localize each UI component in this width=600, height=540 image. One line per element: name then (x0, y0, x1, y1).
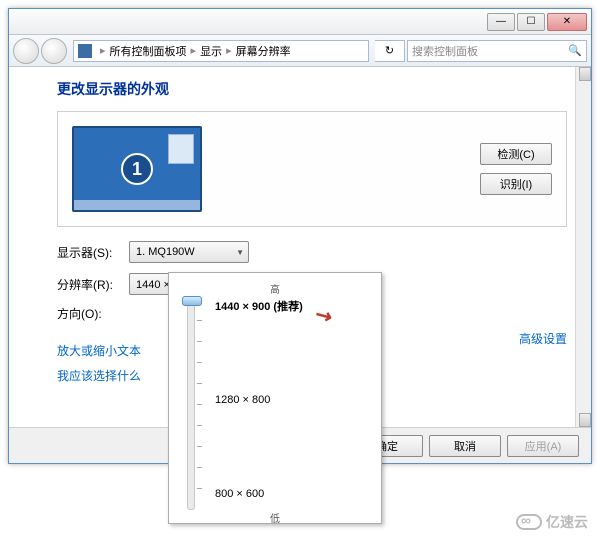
close-button[interactable]: ✕ (547, 13, 587, 31)
watermark: 亿速云 (516, 512, 588, 532)
resolution-labels: 1440 × 900 (推荐) 1280 × 800 800 × 600 (203, 298, 371, 510)
search-icon[interactable]: 🔍 (568, 44, 582, 57)
track-line (187, 298, 195, 510)
control-panel-icon (78, 44, 92, 58)
breadcrumb-sep: ▸ (100, 44, 106, 57)
forward-button[interactable] (41, 38, 67, 64)
slider-track[interactable] (179, 298, 203, 510)
apply-button[interactable]: 应用(A) (507, 435, 579, 457)
slider-area: 1440 × 900 (推荐) 1280 × 800 800 × 600 (179, 298, 371, 510)
detection-buttons: 检测(C) 识别(I) (480, 143, 552, 195)
breadcrumb[interactable]: ▸ 所有控制面板项 ▸ 显示 ▸ 屏幕分辨率 (73, 40, 369, 62)
scale-high-label: 高 (179, 281, 371, 296)
minimize-button[interactable]: — (487, 13, 515, 31)
resolution-option[interactable]: 1440 × 900 (推荐) (215, 298, 303, 314)
taskbar-icon (74, 200, 200, 210)
search-placeholder: 搜索控制面板 (412, 43, 478, 59)
monitor-number-badge: 1 (121, 153, 153, 185)
back-button[interactable] (13, 38, 39, 64)
resolution-slider-popup: 高 1440 × 900 (推荐) 1280 × 800 800 × 600 低… (168, 272, 382, 524)
watermark-text: 亿速云 (546, 512, 588, 532)
resolution-option[interactable]: 1280 × 800 (215, 394, 270, 406)
resolution-option[interactable]: 800 × 600 (215, 488, 264, 500)
display-row: 显示器(S): 1. MQ190W (57, 241, 567, 263)
breadcrumb-item[interactable]: 所有控制面板项 (110, 43, 187, 59)
maximize-button[interactable]: ☐ (517, 13, 545, 31)
cancel-button[interactable]: 取消 (429, 435, 501, 457)
breadcrumb-item[interactable]: 屏幕分辨率 (236, 43, 291, 59)
detect-button[interactable]: 检测(C) (480, 143, 552, 165)
display-dropdown[interactable]: 1. MQ190W (129, 241, 249, 263)
titlebar: — ☐ ✕ (9, 9, 591, 35)
vertical-scrollbar[interactable] (575, 67, 591, 427)
scale-low-label: 低 (179, 510, 371, 525)
refresh-button[interactable]: ↻ (375, 40, 405, 62)
slider-thumb[interactable] (182, 296, 202, 306)
orientation-label: 方向(O): (57, 305, 129, 322)
cloud-icon (516, 514, 542, 530)
breadcrumb-sep: ▸ (226, 44, 232, 57)
display-label: 显示器(S): (57, 244, 129, 261)
search-input[interactable]: 搜索控制面板 🔍 (407, 40, 587, 62)
identify-button[interactable]: 识别(I) (480, 173, 552, 195)
monitor-preview-box: 1 检测(C) 识别(I) (57, 111, 567, 227)
monitor-preview[interactable]: 1 (72, 126, 202, 212)
breadcrumb-sep: ▸ (191, 44, 197, 57)
breadcrumb-item[interactable]: 显示 (200, 43, 222, 59)
advanced-settings-link[interactable]: 高级设置 (519, 330, 567, 347)
page-title: 更改显示器的外观 (57, 79, 567, 99)
resolution-label: 分辨率(R): (57, 276, 129, 293)
window-thumbnail-icon (168, 134, 194, 164)
address-bar: ▸ 所有控制面板项 ▸ 显示 ▸ 屏幕分辨率 ↻ 搜索控制面板 🔍 (9, 35, 591, 67)
